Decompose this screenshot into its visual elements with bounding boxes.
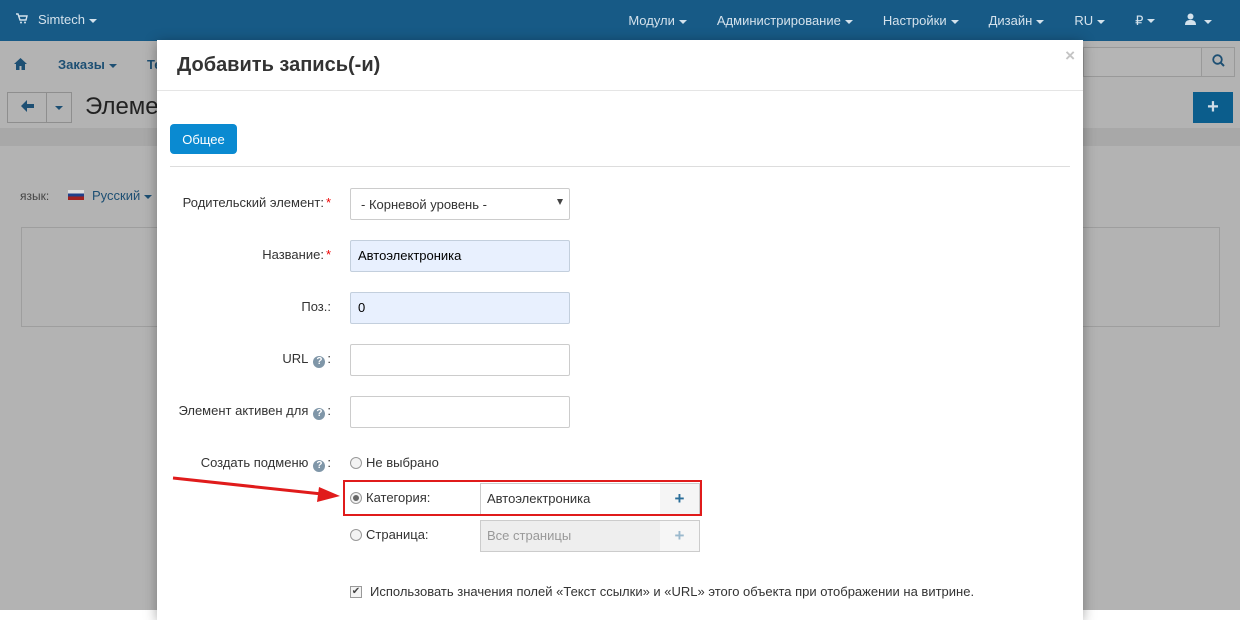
annotation-arrow-icon: [172, 476, 340, 502]
